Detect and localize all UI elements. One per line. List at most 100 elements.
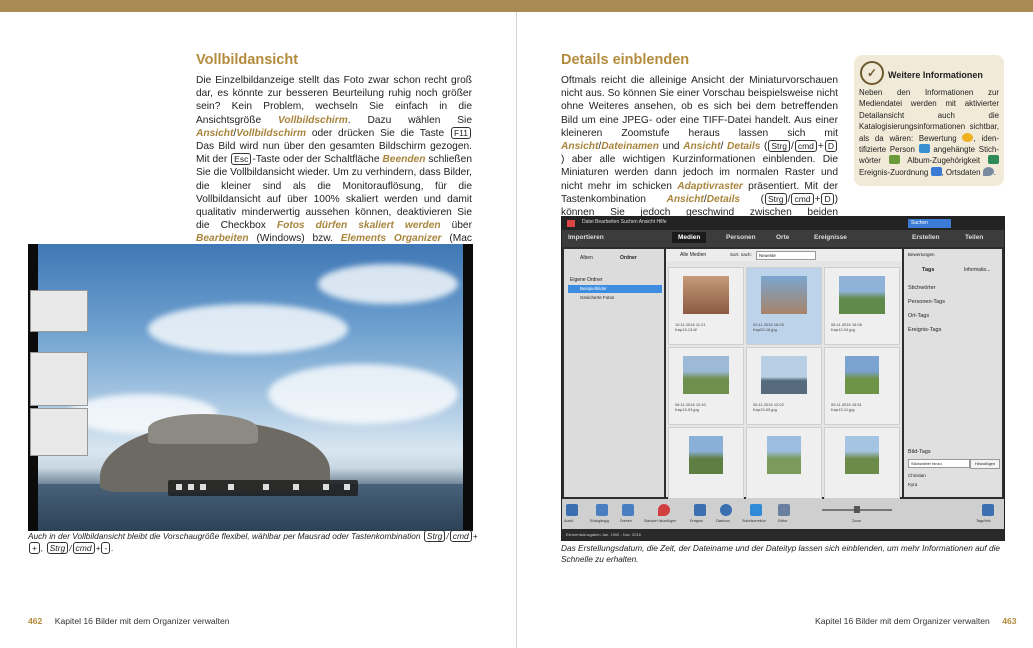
page-number-right: 463 [1002, 616, 1017, 626]
tab-events[interactable]: Ereignisse [814, 234, 847, 241]
tag-category-people[interactable]: Personen-Tags [908, 299, 945, 305]
editor-icon[interactable] [778, 504, 790, 516]
close-icon[interactable] [344, 484, 350, 490]
view-icon[interactable] [293, 484, 299, 490]
filmstrip-icon[interactable] [263, 484, 269, 490]
thumb-file: Kap13-11.jpg [831, 407, 855, 412]
tags-info-icon[interactable] [982, 504, 994, 516]
play-icon[interactable] [188, 484, 194, 490]
left-panel: Alben Ordner Eigene Ordner Beispielbilde… [564, 249, 664, 497]
keyboard-key: + [29, 542, 40, 554]
thumbnail[interactable] [746, 427, 822, 499]
rotate-icon[interactable] [622, 504, 634, 516]
keyboard-key: cmd [791, 192, 814, 205]
next-icon[interactable] [200, 484, 206, 490]
keyboard-key: cmd [794, 140, 817, 153]
zoom-slider-handle[interactable] [854, 506, 860, 513]
create-button[interactable]: Erstellen [912, 234, 939, 241]
info-tab[interactable]: Informatio... [964, 267, 990, 273]
person-icon [918, 144, 930, 154]
island-top [148, 414, 258, 444]
tag-category-keywords[interactable]: Stichwörter [908, 285, 936, 291]
prev-icon[interactable] [176, 484, 182, 490]
share-button[interactable]: Teilen [965, 234, 983, 241]
event-icon[interactable] [694, 504, 706, 516]
settings-icon[interactable] [323, 484, 329, 490]
tag-input[interactable]: Stichwörter hinzu [908, 459, 970, 468]
folder-item[interactable]: Gesicherte Fotos [580, 295, 614, 300]
title-bar: Datei Bearbeiten Suchen Ansicht Hilfe Su… [562, 217, 1004, 230]
keyboard-key: D [821, 192, 834, 205]
keyboard-key: cmd [72, 542, 95, 554]
tab-places[interactable]: Orte [776, 234, 789, 241]
left-page: Vollbildansicht Die Einzelbildanzeige st… [0, 12, 516, 648]
tag-category-events[interactable]: Ereignis-Tags [908, 327, 941, 333]
thumbnail[interactable]: 08.11.2016 16:06 Kap12-04.jpg [824, 267, 900, 345]
thumb-file: Kap13-13.tif [675, 327, 697, 332]
sort-select[interactable]: Neueste [756, 251, 816, 260]
text-run: / [787, 193, 791, 205]
person-tag[interactable]: Kyra [908, 482, 917, 487]
menu-path-term: Details [706, 193, 741, 205]
tool-label: Ereignis [690, 519, 703, 523]
instant-fix-icon[interactable] [750, 504, 762, 516]
caption-right: Das Erstellungsdatum, die Zeit, der Date… [561, 543, 1001, 564]
thumbnail-meta: 05.11.2016 15:51 Kap13-11.jpg [831, 402, 862, 412]
text-run: und [658, 141, 684, 153]
folder-item-selected[interactable]: Beispielbilder [568, 285, 662, 293]
tool-label: Editor [778, 519, 788, 523]
tab-people[interactable]: Personen [726, 234, 756, 241]
thumbnail[interactable]: 10.11.2016 11:21 Kap13-13.tif [668, 267, 744, 345]
tags-tab[interactable]: Tags [922, 267, 934, 273]
albums-tab[interactable]: Alben [580, 255, 593, 261]
floating-panel-actions[interactable] [30, 290, 88, 332]
thumbnail-image [683, 276, 729, 314]
fullscreen-control-bar[interactable] [168, 480, 358, 496]
thumbnail[interactable] [824, 427, 900, 499]
all-media-label[interactable]: Alle Medien [680, 252, 706, 258]
menu-path-term: Details [726, 141, 761, 153]
thumbnail[interactable]: 06.11.2016 12:40 Kap13-03.jpg [668, 347, 744, 425]
text-run: ( [740, 193, 764, 205]
hide-panel-icon[interactable] [566, 504, 578, 516]
thumbnail[interactable]: 05.11.2016 15:51 Kap13-11.jpg [824, 347, 900, 425]
slideshow-icon[interactable] [720, 504, 732, 516]
add-tag-button[interactable]: Hinzufügen [970, 459, 1000, 469]
location-pin-icon [982, 166, 994, 176]
menu-path-term: Dateinamen [601, 141, 659, 153]
thumbnail[interactable] [668, 427, 744, 499]
menu-path-term: Ansicht [683, 141, 721, 153]
keyboard-key: Strg [768, 140, 790, 153]
location-pin-icon[interactable] [658, 504, 670, 516]
theme-icon[interactable] [228, 484, 234, 490]
menu-path-term: Bearbeiten [196, 233, 249, 245]
app-icon [567, 220, 575, 227]
menu-bar[interactable]: Datei Bearbeiten Suchen Ansicht Hilfe [582, 219, 667, 225]
footer-right: Kapitel 16 Bilder mit dem Organizer verw… [815, 616, 1017, 626]
ratings-label: Bewertungen [908, 252, 935, 257]
status-text: ElementsAusgaben Jan. 1900 - Nov. 2016 [566, 532, 641, 537]
text-run: , [40, 543, 46, 553]
tool-label: Tags/Info [976, 519, 991, 523]
person-tag[interactable]: Christian [908, 473, 926, 478]
folder-label: Beispielbilder [580, 286, 607, 291]
search-button[interactable]: Suchen [908, 219, 951, 228]
menu-path-term: Ansicht [666, 193, 704, 205]
keyboard-key: - [101, 542, 111, 554]
thumbnail-meta: 06.11.2016 12:40 Kap13-03.jpg [675, 402, 706, 412]
undo-icon[interactable] [596, 504, 608, 516]
text-run: / [790, 141, 794, 153]
text-run: -Taste oder der Schaltfläche [252, 154, 383, 166]
import-button[interactable]: Importieren [568, 234, 604, 241]
tool-label: Sofortkorrektur [742, 519, 766, 523]
floating-panel-album[interactable] [30, 352, 88, 406]
floating-panel-keywords[interactable] [30, 408, 88, 456]
text-run: / [446, 531, 449, 541]
folders-tab[interactable]: Ordner [620, 255, 637, 261]
tool-label: Diashow [716, 519, 730, 523]
text-run: + [814, 193, 821, 205]
tab-media[interactable]: Medien [672, 232, 707, 243]
thumbnail[interactable]: 05.11.2016 12:02 Kap13-05.jpg [746, 347, 822, 425]
tag-category-places[interactable]: Ort-Tags [908, 313, 929, 319]
thumbnail-selected[interactable]: 09.11.2016 16:25 Kap02-16.jpg [746, 267, 822, 345]
